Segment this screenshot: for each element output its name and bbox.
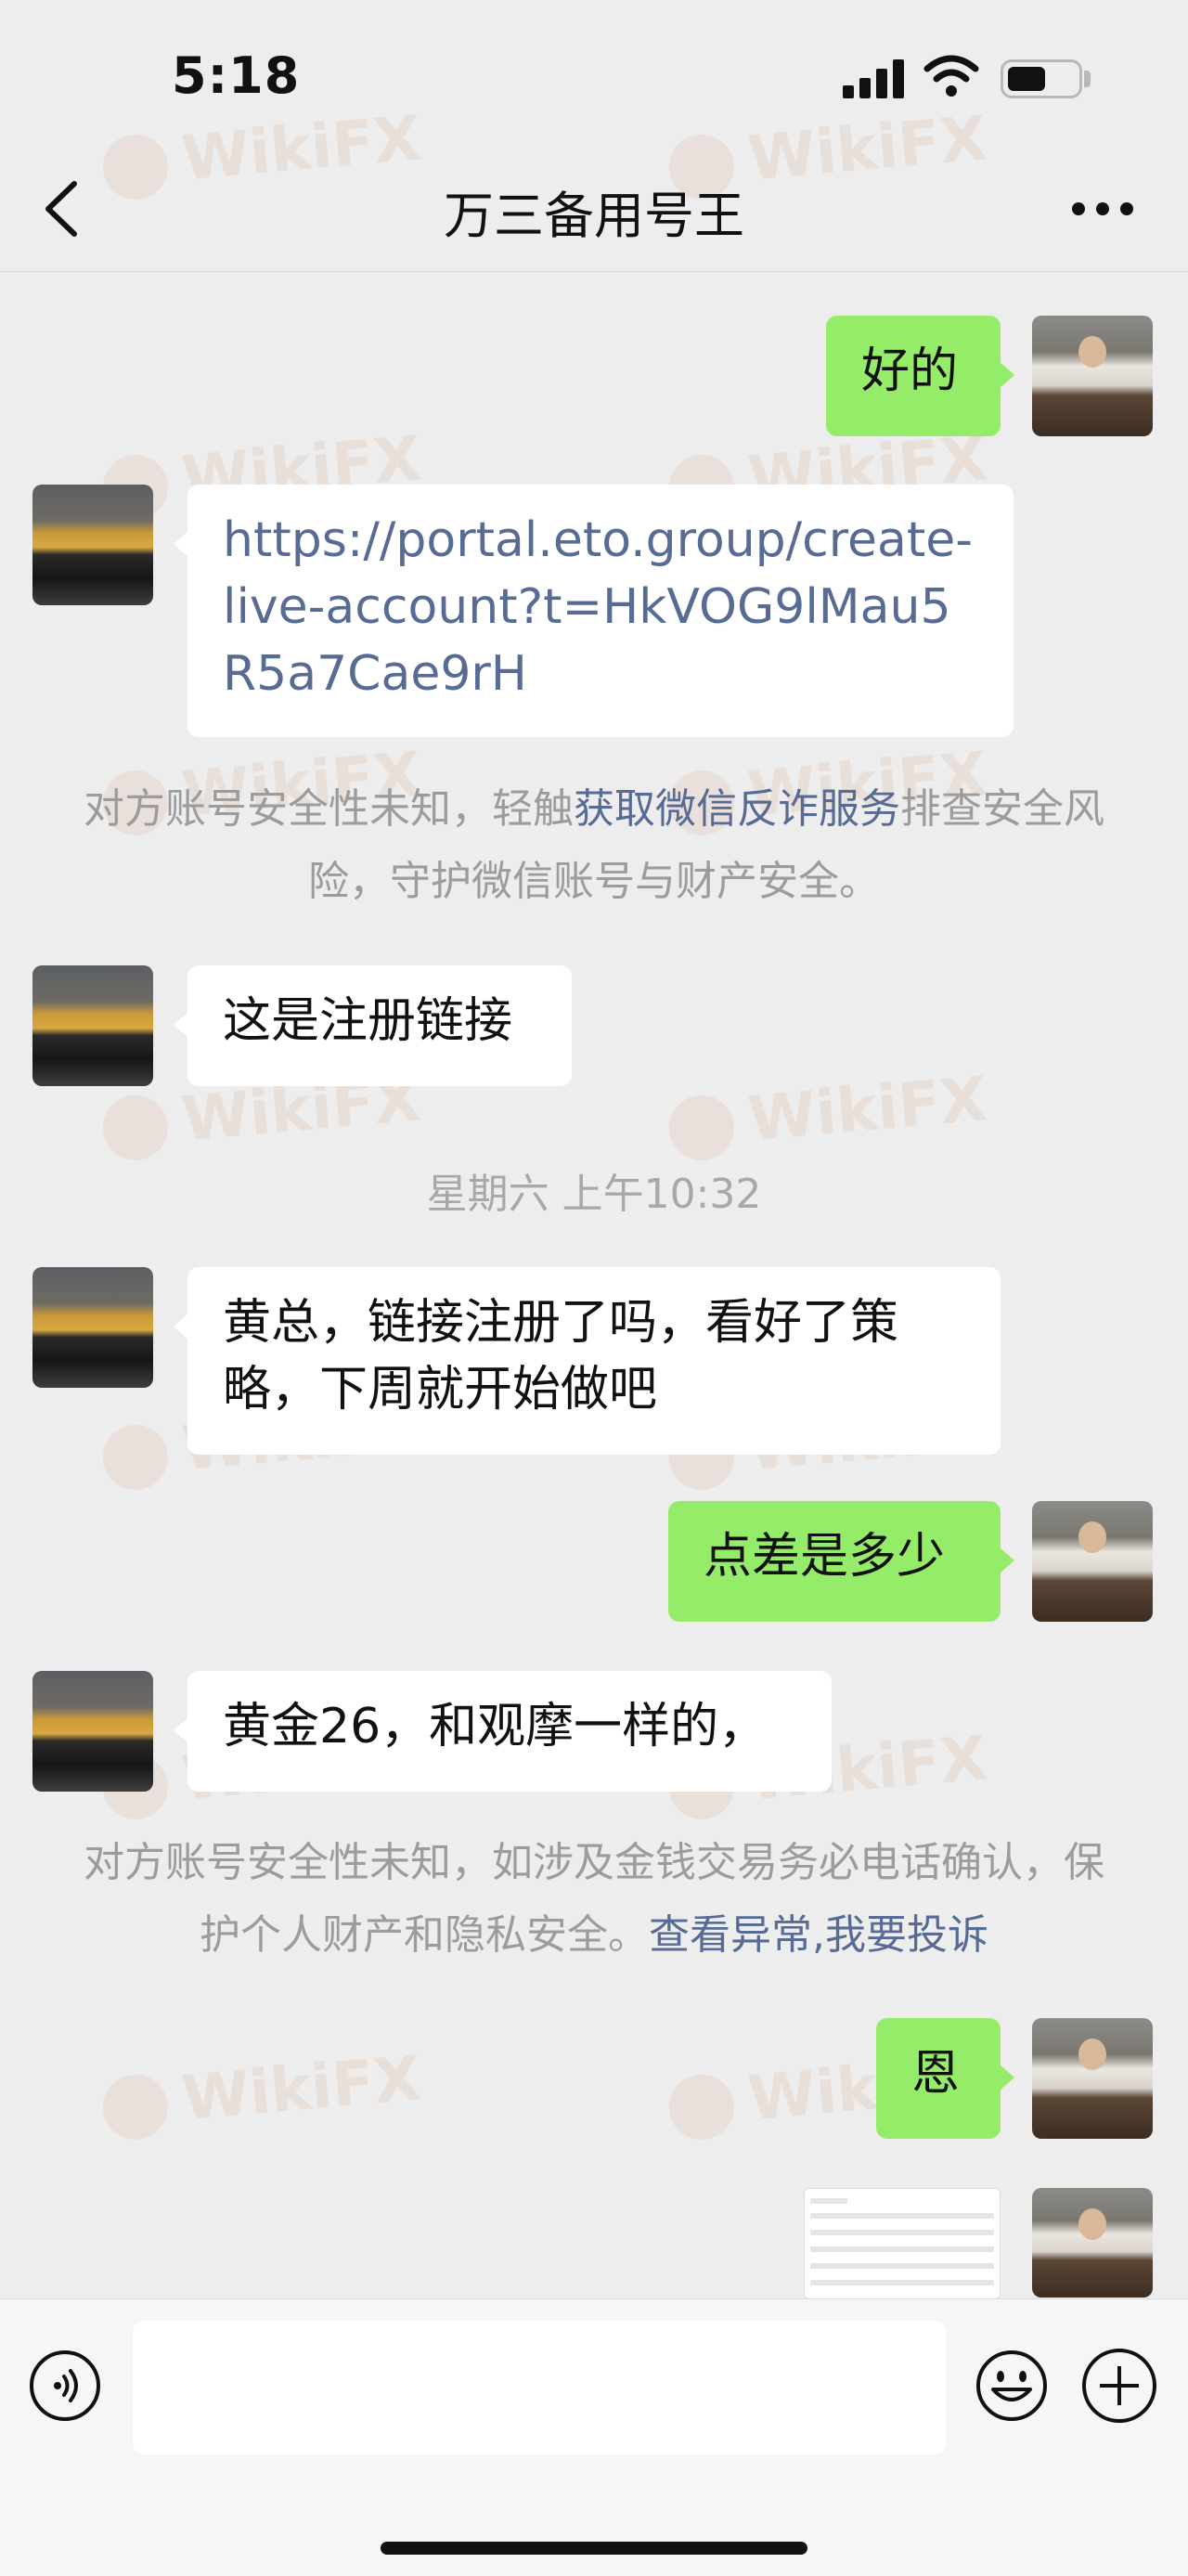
voice-icon[interactable] <box>30 2350 100 2421</box>
timestamp: 星期六 上午10:32 <box>426 1171 762 1218</box>
watermark: WikiFX <box>99 2042 424 2142</box>
contact-avatar[interactable] <box>32 1267 153 1388</box>
status-time: 5:18 <box>172 46 301 105</box>
battery-cap <box>1084 71 1091 87</box>
security-notice: 对方账号安全性未知，如涉及金钱交易务必电话确认，保护个人财产和隐私安全。查看异常… <box>84 1827 1104 1972</box>
link-message-bubble[interactable]: https://portal.eto.group/create-live-acc… <box>187 485 1014 737</box>
bubble-tail <box>1000 2065 1014 2091</box>
emoji-icon[interactable] <box>975 2349 1049 2423</box>
message-bubble-incoming[interactable]: 这是注册链接 <box>187 965 572 1086</box>
bubble-tail <box>174 531 188 557</box>
bubble-tail <box>174 1012 188 1038</box>
notice-separator: , <box>812 1911 825 1959</box>
message-bubble-incoming[interactable]: 黄总，链接注册了吗，看好了策略，下周就开始做吧 <box>187 1267 1001 1455</box>
message-link[interactable]: https://portal.eto.group/create-live-acc… <box>223 507 978 707</box>
battery-icon <box>1001 59 1082 98</box>
notice-text: 对方账号安全性未知，轻触 <box>84 785 574 833</box>
image-message-thumbnail[interactable] <box>804 2188 1001 2299</box>
watermark: WikiFX <box>665 1063 990 1163</box>
my-avatar[interactable] <box>1032 1501 1153 1622</box>
more-dots-icon[interactable] <box>1072 202 1133 217</box>
security-notice: 对方账号安全性未知，轻触获取微信反诈服务排查安全风险，守护微信账号与财产安全。 <box>84 773 1104 918</box>
contact-avatar[interactable] <box>32 485 153 605</box>
anti-fraud-service-link[interactable]: 获取微信反诈服务 <box>574 785 900 833</box>
cellular-signal-icon <box>843 58 908 98</box>
my-avatar[interactable] <box>1032 2188 1153 2298</box>
my-avatar[interactable] <box>1032 2018 1153 2139</box>
message-bubble-incoming[interactable]: 黄金26，和观摩一样的， <box>187 1671 832 1792</box>
bubble-tail <box>174 1314 188 1340</box>
message-bubble-outgoing[interactable]: 恩 <box>876 2018 1001 2139</box>
contact-avatar[interactable] <box>32 965 153 1086</box>
home-indicator[interactable] <box>381 2542 807 2555</box>
report-complaint-link[interactable]: 我要投诉 <box>825 1911 988 1959</box>
my-avatar[interactable] <box>1032 316 1153 436</box>
bubble-tail <box>174 1717 188 1743</box>
bubble-tail <box>1000 362 1014 388</box>
message-bubble-outgoing[interactable]: 好的 <box>826 316 1001 436</box>
wifi-icon <box>923 55 979 97</box>
view-anomaly-link[interactable]: 查看异常 <box>649 1911 812 1959</box>
plus-icon[interactable] <box>1082 2349 1156 2423</box>
message-bubble-outgoing[interactable]: 点差是多少 <box>668 1501 1001 1622</box>
chat-title: 万三备用号王 <box>444 187 744 245</box>
message-input[interactable] <box>133 2321 946 2454</box>
bubble-tail <box>1000 1547 1014 1573</box>
contact-avatar[interactable] <box>32 1671 153 1792</box>
